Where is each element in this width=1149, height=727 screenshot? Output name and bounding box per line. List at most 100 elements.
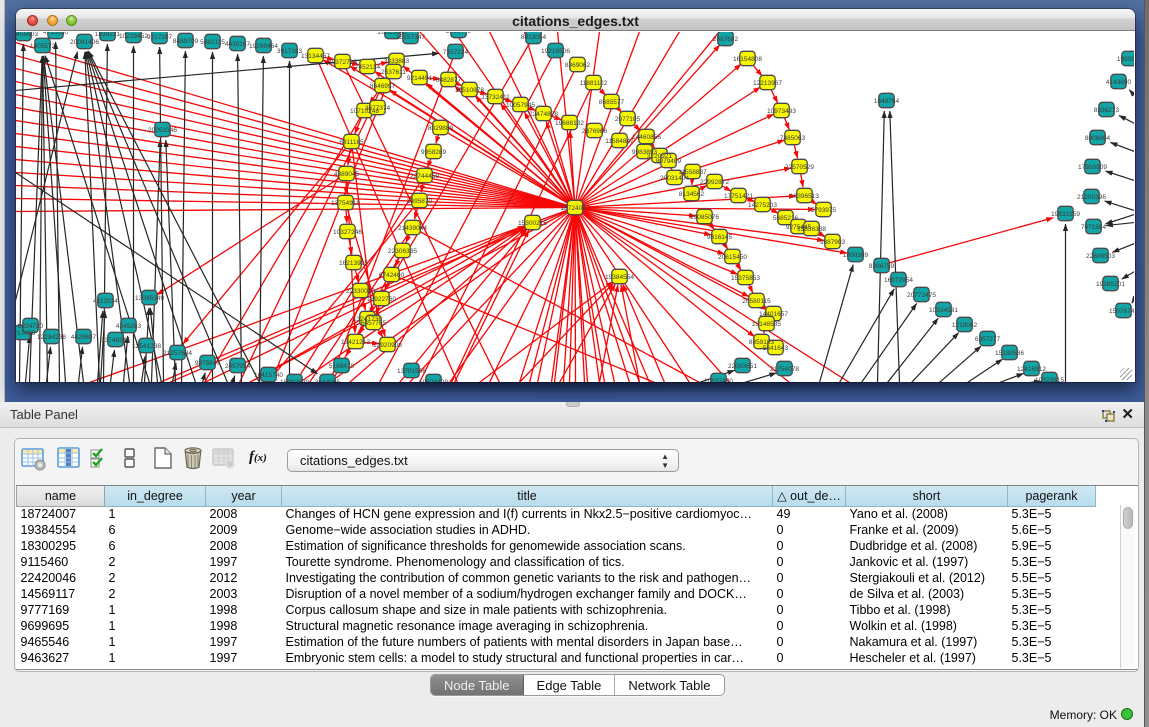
svg-text:3677374: 3677374 [365,105,391,112]
svg-text:14401657: 14401657 [759,311,788,318]
svg-text:19836388: 19836388 [797,226,826,233]
svg-text:13134457: 13134457 [301,53,330,60]
svg-text:11584847: 11584847 [605,138,634,145]
svg-text:20580115: 20580115 [742,298,771,305]
svg-text:5682115: 5682115 [200,39,225,46]
svg-text:6357277: 6357277 [975,336,1001,343]
svg-text:8336273: 8336273 [1094,107,1120,114]
svg-text:15076749: 15076749 [1109,308,1134,315]
svg-text:6457765: 6457765 [361,320,387,327]
svg-text:8369062: 8369062 [565,62,591,69]
svg-text:7452134: 7452134 [355,64,381,71]
svg-text:13701506: 13701506 [397,368,426,375]
svg-text:19085076: 19085076 [690,214,719,221]
svg-text:22093651: 22093651 [728,363,757,370]
svg-text:4143890: 4143890 [1106,79,1132,86]
svg-text:9214491: 9214491 [407,75,433,82]
svg-text:4245263: 4245263 [116,323,142,330]
svg-text:13045349: 13045349 [135,295,164,302]
svg-text:13732411: 13732411 [481,94,510,101]
svg-text:1999828: 1999828 [1117,56,1134,63]
svg-text:14275203: 14275203 [748,202,777,209]
svg-text:7485063: 7485063 [780,135,806,142]
svg-text:19688132: 19688132 [555,120,584,127]
svg-text:22744459: 22744459 [410,173,439,180]
svg-text:19285201: 19285201 [1096,281,1125,288]
svg-text:14460856: 14460856 [632,134,661,141]
svg-text:2066449: 2066449 [446,32,472,35]
svg-text:22474828: 22474828 [529,111,558,118]
svg-text:20053346: 20053346 [148,127,177,134]
svg-text:6742460: 6742460 [379,272,405,279]
svg-text:4389045: 4389045 [334,171,360,178]
svg-text:15157347: 15157347 [396,34,425,41]
svg-text:2876966: 2876966 [582,128,608,135]
svg-text:8489709: 8489709 [173,38,199,45]
svg-text:10334531: 10334531 [929,307,958,314]
svg-text:12294238: 12294238 [37,334,66,341]
svg-text:21200396: 21200396 [1077,194,1106,201]
svg-text:5685216: 5685216 [773,215,799,222]
svg-text:9887903: 9887903 [820,239,846,246]
svg-text:12213967: 12213967 [753,80,782,87]
svg-text:4439167: 4439167 [225,41,251,48]
svg-text:8396759: 8396759 [869,263,895,270]
svg-text:9875847: 9875847 [195,360,221,367]
svg-text:9958289: 9958289 [421,149,447,156]
svg-text:12920906: 12920906 [373,342,402,349]
svg-text:21754078: 21754078 [770,366,799,373]
svg-text:13421212: 13421212 [341,339,370,346]
svg-text:20615450: 20615450 [718,254,747,261]
svg-text:22806503: 22806503 [1086,253,1115,260]
svg-text:10323815: 10323815 [1035,377,1064,382]
svg-text:3644095: 3644095 [315,379,341,382]
svg-text:13748244: 13748244 [101,337,130,344]
svg-text:8134562: 8134562 [679,191,705,198]
svg-text:20372723: 20372723 [328,59,357,66]
svg-text:15300215: 15300215 [518,220,547,227]
svg-text:6482877: 6482877 [436,77,462,84]
svg-text:5641643: 5641643 [763,345,789,352]
svg-text:2087682: 2087682 [713,36,739,43]
svg-text:22992872: 22992872 [700,179,729,186]
svg-text:21257684: 21257684 [163,350,192,357]
svg-text:13754919: 13754919 [331,200,360,207]
svg-text:16510878: 16510878 [455,87,484,94]
svg-text:19832259: 19832259 [1051,211,1080,218]
svg-text:5188470: 5188470 [329,363,355,370]
svg-text:18724007: 18724007 [561,205,590,212]
svg-text:15375853: 15375853 [731,275,760,282]
svg-text:19523409: 19523409 [419,379,448,382]
svg-text:8079409: 8079409 [656,158,682,165]
svg-text:19218506: 19218506 [541,48,570,55]
svg-text:16396513: 16396513 [790,193,819,200]
svg-text:8813054: 8813054 [521,34,547,41]
svg-text:8029889: 8029889 [428,125,454,132]
svg-text:20091406: 20091406 [70,39,99,46]
svg-text:16072954: 16072954 [884,277,913,284]
svg-text:6217026: 6217026 [16,330,36,337]
svg-text:1890399: 1890399 [843,252,869,259]
svg-text:1405572: 1405572 [30,43,56,50]
svg-text:18922760: 18922760 [367,296,396,303]
svg-text:7357224: 7357224 [443,49,469,56]
svg-text:22330030: 22330030 [346,288,375,295]
svg-text:4735650: 4735650 [43,32,69,36]
svg-text:8806804: 8806804 [1085,135,1111,142]
svg-text:16154808: 16154808 [733,56,762,63]
svg-text:20772475: 20772475 [907,292,936,299]
svg-text:8646997: 8646997 [370,83,396,90]
svg-text:3917183: 3917183 [277,48,303,55]
svg-text:9217207: 9217207 [147,34,173,41]
svg-text:11558837: 11558837 [678,169,707,176]
svg-text:7671884: 7671884 [1081,224,1107,231]
svg-text:21439044: 21439044 [398,225,427,232]
svg-text:22455603: 22455603 [16,32,38,38]
svg-text:10057945: 10057945 [506,102,535,109]
svg-text:3333883: 3333883 [384,58,410,65]
svg-text:5793975: 5793975 [811,207,837,214]
svg-text:19384554: 19384554 [605,274,634,281]
svg-text:8811165: 8811165 [339,139,364,146]
svg-text:10837430: 10837430 [704,378,733,382]
svg-text:16213925: 16213925 [339,260,368,267]
